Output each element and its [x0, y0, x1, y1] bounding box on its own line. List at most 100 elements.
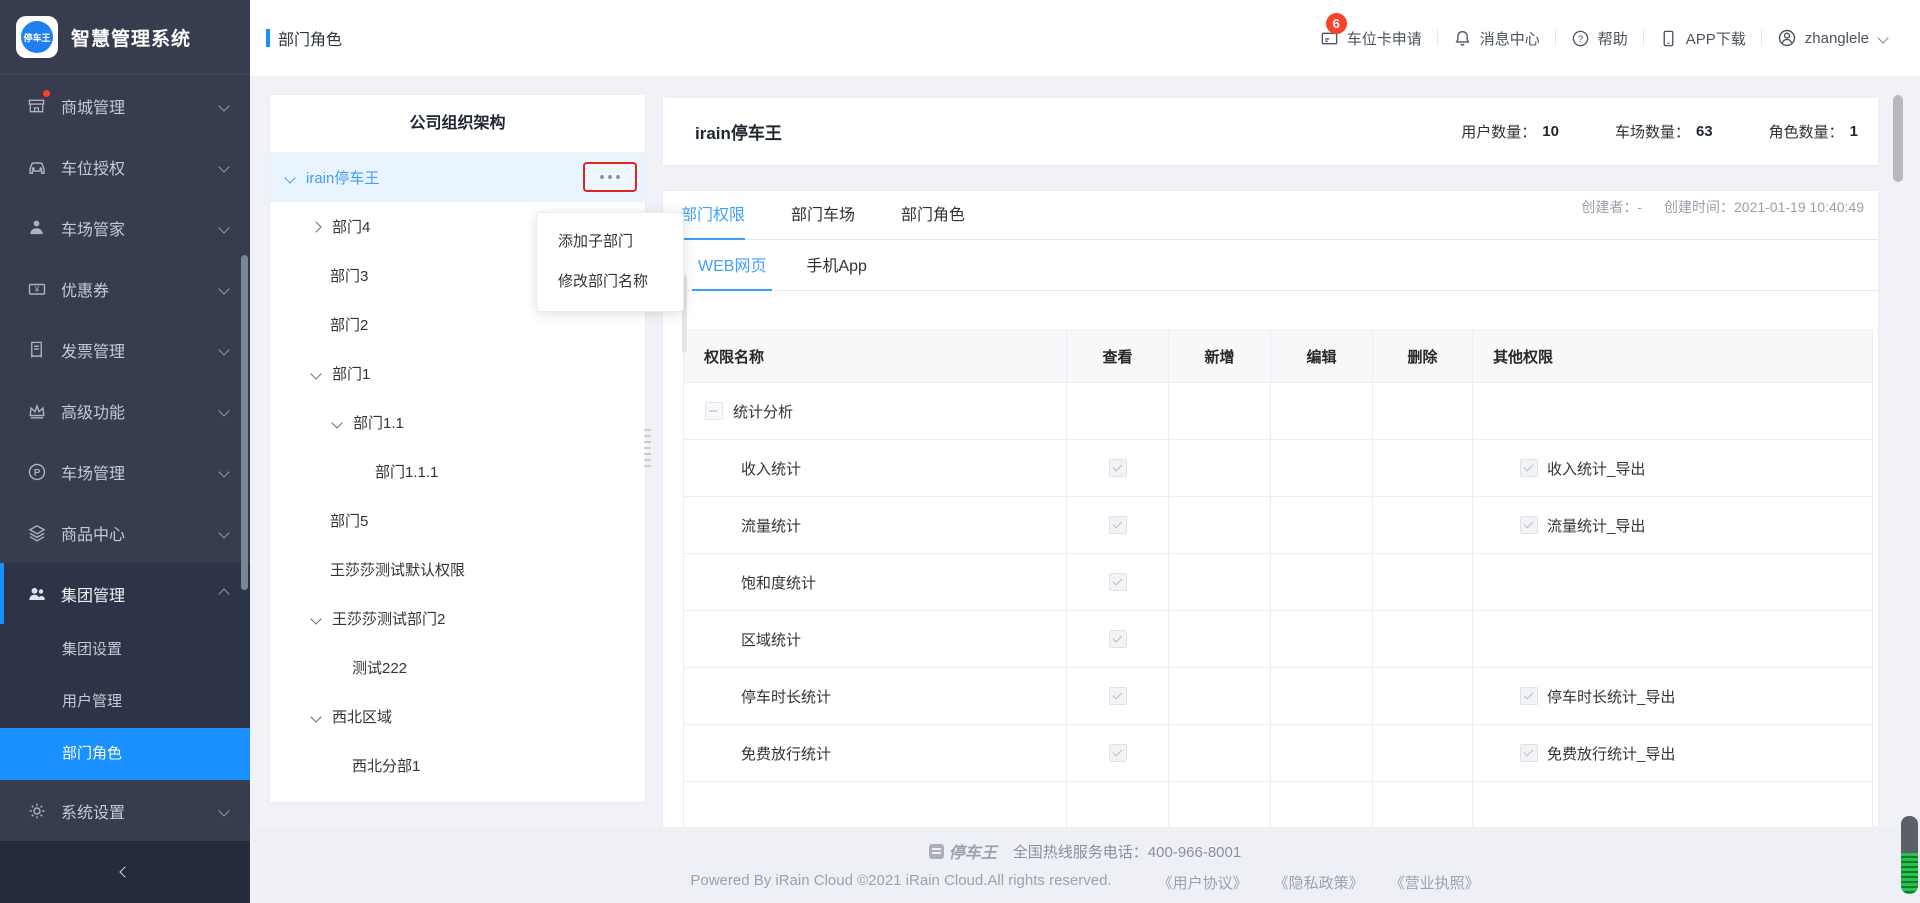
sidebar-subitem-user-mgmt[interactable]: 用户管理 — [0, 676, 250, 728]
checkbox-checked-disabled[interactable] — [1520, 744, 1538, 762]
sidebar-item-parking-mgmt[interactable]: P 车场管理 — [0, 441, 250, 502]
user-name: zhanglele — [1804, 29, 1869, 47]
sidebar-item-group-mgmt[interactable]: 集团管理 — [0, 563, 250, 624]
stat-users: 用户数量： 10 — [1461, 123, 1559, 141]
sidebar-collapse-button[interactable] — [0, 841, 250, 903]
table-header-row: 权限名称 查看 新增 编辑 删除 其他权限 — [683, 330, 1873, 383]
col-add: 新增 — [1168, 330, 1271, 383]
divider — [1760, 30, 1762, 46]
chevron-down-icon — [218, 404, 230, 417]
tree-node[interactable]: 西北分部1 — [270, 741, 645, 790]
tree-node[interactable]: 部门1 — [270, 349, 645, 398]
tree-node-label: 部门2 — [330, 317, 369, 334]
app-download-button[interactable]: APP下载 — [1659, 28, 1746, 49]
sidebar-item-system-settings[interactable]: 系统设置 — [0, 780, 250, 841]
tree-node[interactable]: 王莎莎测试默认权限 — [270, 545, 645, 594]
footer-logo-icon — [928, 843, 944, 859]
checkbox-checked-disabled[interactable] — [1520, 687, 1538, 705]
app-title: 智慧管理系统 — [71, 28, 192, 50]
recorder-widget-handle — [1901, 816, 1918, 853]
caret-down-icon[interactable] — [284, 171, 296, 184]
tab-dept-permissions[interactable]: 部门权限 — [681, 193, 746, 240]
permission-name: 饱和度统计 — [741, 574, 817, 592]
caret-down-icon[interactable] — [331, 416, 343, 429]
tree-node[interactable]: 部门5 — [270, 496, 645, 545]
sidebar-item-mall[interactable]: 商城管理 — [0, 75, 250, 136]
tab-dept-roles[interactable]: 部门角色 — [901, 193, 965, 239]
sidebar-item-label: 发票管理 — [61, 343, 126, 361]
tree-node[interactable]: 部门1.1.1 — [270, 447, 645, 496]
sidebar-scrollbar[interactable] — [241, 255, 248, 590]
checkbox-checked-disabled[interactable] — [1520, 459, 1538, 477]
invoice-icon — [26, 339, 47, 360]
checkbox-checked-disabled[interactable] — [1108, 687, 1127, 706]
tree-node-label: 西北区域 — [332, 709, 393, 726]
checkbox-checked-disabled[interactable] — [1108, 516, 1127, 535]
breadcrumb-accent-bar — [266, 29, 270, 47]
footer-link-privacy-policy[interactable]: 《隐私政策》 — [1274, 872, 1364, 893]
divider — [1554, 30, 1556, 46]
menu-item-add-sub-department[interactable]: 添加子部门 — [537, 222, 683, 262]
tree-node[interactable]: 西北区域 — [270, 692, 645, 741]
permission-name: 停车时长统计 — [741, 688, 832, 706]
subtab-mobile-app[interactable]: 手机App — [806, 244, 866, 290]
checkbox-checked-disabled[interactable] — [1520, 516, 1538, 534]
sidebar-subitem-group-settings[interactable]: 集团设置 — [0, 624, 250, 676]
subtab-web[interactable]: WEB网页 — [691, 244, 773, 291]
user-menu[interactable]: zhanglele — [1777, 28, 1889, 48]
sidebar-item-label: 高级功能 — [61, 404, 126, 422]
permission-name: 收入统计 — [741, 460, 802, 478]
checkbox-checked-disabled[interactable] — [1108, 573, 1127, 592]
tree-node-root[interactable]: irain停车王 — [270, 153, 645, 202]
parking-card-apply-button[interactable]: 6 车位卡申请 — [1320, 12, 1422, 49]
tree-node-label: 测试222 — [352, 660, 408, 677]
sidebar-subitem-dept-role[interactable]: 部门角色 — [0, 728, 250, 780]
tree-node[interactable]: 王莎莎测试部门2 — [270, 594, 645, 643]
table-row: 流量统计 流量统计_导出 — [683, 496, 1873, 554]
footer-hotline: 全国热线服务电话：400-966-8001 — [1012, 843, 1242, 861]
notification-count-badge: 6 — [1325, 12, 1347, 34]
sidebar-item-coupon[interactable]: ¥ 优惠券 — [0, 258, 250, 319]
checkbox-checked-disabled[interactable] — [1108, 630, 1127, 649]
tree-node[interactable]: 部门1.1 — [270, 398, 645, 447]
page-scrollbar[interactable] — [1893, 95, 1903, 182]
chevron-left-icon — [119, 866, 131, 878]
help-button[interactable]: ? 帮助 — [1571, 28, 1628, 49]
permission-name: 流量统计 — [741, 517, 802, 535]
sidebar-item-label: 车位授权 — [61, 160, 126, 178]
recorder-widget[interactable] — [1901, 816, 1918, 894]
chevron-down-icon — [218, 99, 230, 112]
checkbox-checked-disabled[interactable] — [1108, 459, 1127, 478]
footer-link-business-license[interactable]: 《营业执照》 — [1390, 872, 1480, 893]
checkbox-checked-disabled[interactable] — [1108, 744, 1127, 763]
node-more-button-highlighted[interactable] — [583, 162, 637, 192]
footer-link-user-agreement[interactable]: 《用户协议》 — [1158, 872, 1248, 893]
caret-right-icon[interactable] — [310, 220, 322, 233]
caret-down-icon[interactable] — [310, 367, 322, 380]
menu-item-rename-department[interactable]: 修改部门名称 — [537, 262, 683, 302]
caret-down-icon[interactable] — [310, 612, 322, 625]
caret-down-icon[interactable] — [310, 710, 322, 723]
sidebar-item-steward[interactable]: 车场管家 — [0, 197, 250, 258]
sidebar-group-management: 集团管理 集团设置 用户管理 部门角色 — [0, 563, 250, 780]
tree-node-label: irain停车王 — [306, 170, 380, 187]
tab-dept-parkings[interactable]: 部门车场 — [791, 193, 855, 239]
sidebar-item-goods[interactable]: 商品中心 — [0, 502, 250, 563]
help-icon: ? — [1571, 29, 1590, 48]
tree-node[interactable]: 测试222 — [270, 643, 645, 692]
node-context-menu: 添加子部门 修改部门名称 — [536, 212, 684, 312]
breadcrumb-text: 部门角色 — [278, 32, 343, 49]
table-row: 饱和度统计 — [683, 553, 1873, 611]
tree-node-label: 部门5 — [330, 513, 369, 530]
sidebar-item-invoice[interactable]: 发票管理 — [0, 319, 250, 380]
action-label: APP下载 — [1685, 30, 1746, 48]
chevron-down-icon — [218, 282, 230, 295]
message-center-button[interactable]: 消息中心 — [1453, 28, 1540, 49]
main-tabs: 部门权限 部门车场 部门角色 创建者：- 创建时间：2021-01-19 10:… — [663, 191, 1878, 240]
sidebar-item-advanced[interactable]: 高级功能 — [0, 380, 250, 441]
table-row: 收入统计 收入统计_导出 — [683, 439, 1873, 497]
checkbox-indeterminate[interactable] — [705, 402, 723, 420]
panel-resize-handle[interactable] — [644, 429, 651, 469]
sidebar-item-parking-auth[interactable]: 车位授权 — [0, 136, 250, 197]
divider — [1642, 30, 1644, 46]
